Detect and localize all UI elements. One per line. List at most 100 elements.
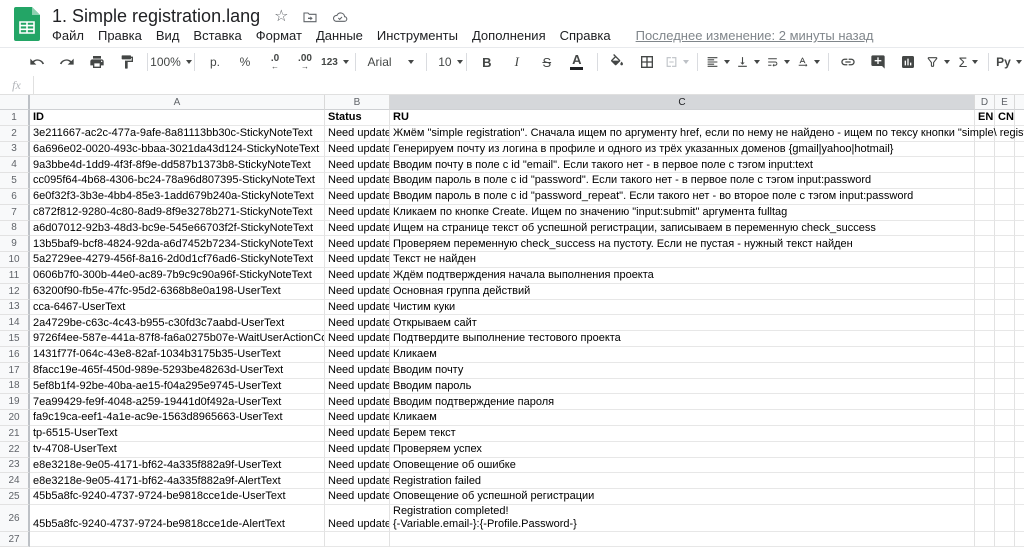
cell-filler[interactable] [1015,315,1024,331]
cell-filler[interactable] [1015,532,1024,547]
cell-ru[interactable]: Основная группа действий [390,284,975,300]
cell-id[interactable]: 5ef8b1f4-92be-40ba-ae15-f04a295e9745-Use… [30,379,325,395]
cell-id[interactable]: 13b5baf9-bcf8-4824-92da-a6d7452b7234-Sti… [30,236,325,252]
increase-decimal-button[interactable]: .00→ [293,50,317,74]
font-select[interactable]: Arial [364,50,418,74]
cell-cn[interactable] [995,394,1015,410]
redo-button[interactable] [55,50,79,74]
cell-ru[interactable]: Берем текст [390,426,975,442]
cell-status[interactable]: Need update [325,489,390,505]
row-number[interactable]: 17 [0,363,30,379]
cell-filler[interactable] [1015,426,1024,442]
column-header-d[interactable]: D [975,95,995,110]
more-formats-button[interactable]: 123 [323,50,347,74]
italic-button[interactable]: I [505,50,529,74]
row-number[interactable]: 4 [0,157,30,173]
column-header-a[interactable]: A [30,95,325,110]
cell-status[interactable] [325,532,390,547]
text-wrap-button[interactable] [766,50,790,74]
cell-filler[interactable] [1015,489,1024,505]
cell-status[interactable]: Need update [325,236,390,252]
cell-en[interactable] [975,363,995,379]
row-number[interactable]: 22 [0,442,30,458]
cell-cn[interactable] [995,347,1015,363]
cell-status[interactable]: Need update [325,442,390,458]
cell-cn[interactable] [995,221,1015,237]
cell-filler[interactable] [1015,268,1024,284]
cell-en[interactable] [975,532,995,547]
cell-en[interactable] [975,284,995,300]
vertical-align-button[interactable] [736,50,760,74]
cell-filler[interactable] [1015,284,1024,300]
cell-en[interactable] [975,236,995,252]
cell-cn[interactable] [995,236,1015,252]
column-header-e[interactable]: E [995,95,1015,110]
cell-filler[interactable] [1015,363,1024,379]
text-color-button[interactable]: A [565,50,589,74]
cell-en[interactable] [975,157,995,173]
cell-ru[interactable]: RU [390,110,975,126]
cell-status[interactable]: Need update [325,268,390,284]
cell-id[interactable]: 45b5a8fc-9240-4737-9724-be9818cce1de-Use… [30,489,325,505]
cell-en[interactable] [975,426,995,442]
menu-item[interactable]: Вид [149,28,187,43]
row-number[interactable]: 27 [0,532,30,547]
menu-item[interactable]: Инструменты [370,28,465,43]
insert-chart-button[interactable] [896,50,920,74]
percent-format-button[interactable]: % [233,50,257,74]
cell-id[interactable]: 6e0f32f3-3b3e-4bb4-85e3-1add679b240a-Sti… [30,189,325,205]
column-header-b[interactable]: B [325,95,390,110]
cell-cn[interactable] [995,189,1015,205]
row-number[interactable]: 16 [0,347,30,363]
cell-ru[interactable]: Вводим пароль в поле с id "password". Ес… [390,173,975,189]
cell-status[interactable]: Need update [325,205,390,221]
undo-button[interactable] [25,50,49,74]
cell-cn[interactable] [995,142,1015,158]
cell-en[interactable] [975,315,995,331]
cell-status[interactable]: Need update [325,505,390,533]
cell-id[interactable]: 0606b7f0-300b-44e0-ac89-7b9c9c90a96f-Sti… [30,268,325,284]
cell-status[interactable]: Need update [325,426,390,442]
cell-en[interactable] [975,458,995,474]
cell-cn[interactable] [995,505,1015,533]
cell-status[interactable]: Need update [325,142,390,158]
fill-color-button[interactable] [605,50,629,74]
cell-cn[interactable] [995,268,1015,284]
row-number[interactable]: 6 [0,189,30,205]
cell-filler[interactable] [1015,252,1024,268]
cell-status[interactable]: Need update [325,189,390,205]
cell-cn[interactable] [995,300,1015,316]
cell-cn[interactable] [995,426,1015,442]
menu-item[interactable]: Формат [249,28,309,43]
merge-cells-button[interactable] [665,50,689,74]
cell-ru[interactable]: Вводим почту [390,363,975,379]
cell-status[interactable]: Need update [325,126,390,142]
strikethrough-button[interactable]: S [535,50,559,74]
row-number[interactable]: 1 [0,110,30,126]
cell-id[interactable]: 3e211667-ac2c-477a-9afe-8a81113bb30c-Sti… [30,126,325,142]
cell-filler[interactable] [1015,331,1024,347]
cell-en[interactable] [975,505,995,533]
cell-cn[interactable]: CN [995,110,1015,126]
menu-item[interactable]: Данные [309,28,370,43]
insert-link-button[interactable] [836,50,860,74]
zoom-select[interactable]: 100% [156,50,187,74]
cell-ru[interactable] [390,532,975,547]
cell-en[interactable] [975,331,995,347]
row-number[interactable]: 9 [0,236,30,252]
cell-id[interactable]: cca-6467-UserText [30,300,325,316]
cell-status[interactable]: Need update [325,473,390,489]
cell-cn[interactable] [995,473,1015,489]
column-header-c[interactable]: C [390,95,975,110]
cell-id[interactable]: fa9c19ca-eef1-4a1e-ac9e-1563d8965663-Use… [30,410,325,426]
cell-status[interactable]: Need update [325,252,390,268]
cell-status[interactable]: Need update [325,394,390,410]
cell-ru[interactable]: Кликаем [390,410,975,426]
cell-id[interactable]: 45b5a8fc-9240-4737-9724-be9818cce1de-Ale… [30,505,325,533]
cell-ru[interactable]: Жмём "simple registration". Сначала ищем… [390,126,975,142]
cell-en[interactable] [975,489,995,505]
cell-en[interactable] [975,205,995,221]
cell-filler[interactable] [1015,110,1024,126]
cell-id[interactable]: 2a4729be-c63c-4c43-b955-c30fd3c7aabd-Use… [30,315,325,331]
cell-status[interactable]: Need update [325,363,390,379]
